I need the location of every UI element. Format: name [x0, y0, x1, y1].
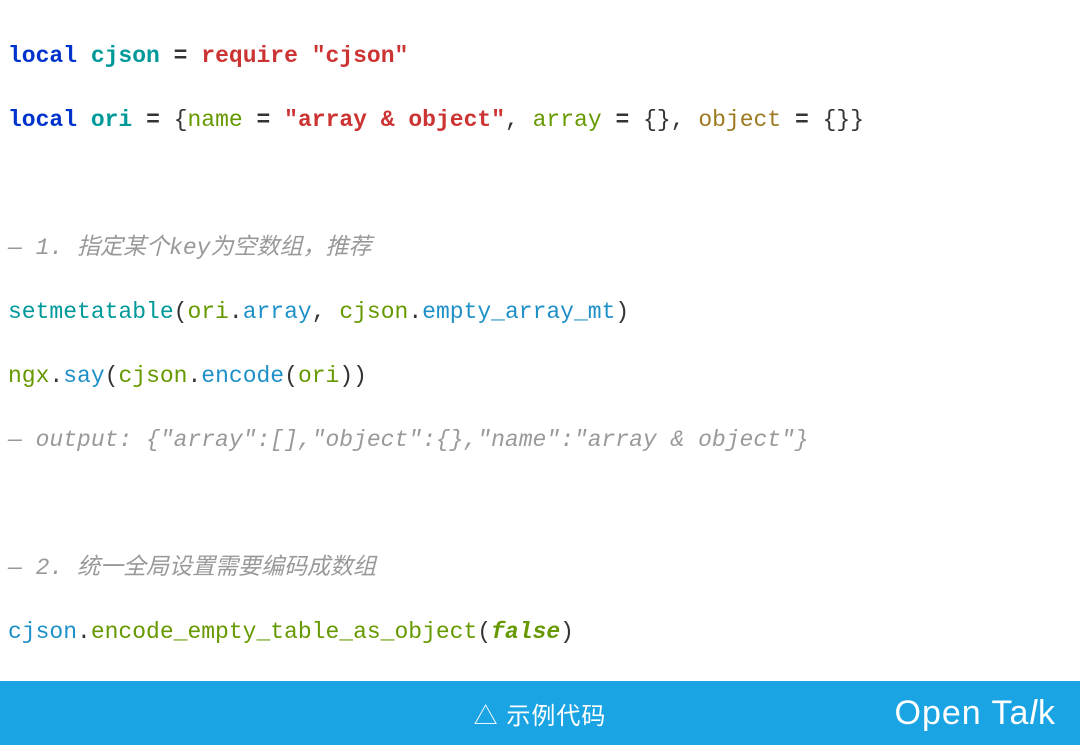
- code-line: local ori = {name = "array & object", ar…: [8, 104, 1072, 136]
- code-comment: — output: {"array":[],"object":{},"name"…: [8, 424, 1072, 456]
- code-comment: — 1. 指定某个key为空数组，推荐: [8, 232, 1072, 264]
- code-comment: — 2. 统一全局设置需要编码成数组: [8, 552, 1072, 584]
- code-line: ngx.say(cjson.encode(ori)): [8, 360, 1072, 392]
- footer-bar: △ 示例代码 Open Talk: [0, 681, 1080, 745]
- code-editor[interactable]: local cjson = require "cjson" local ori …: [0, 0, 1080, 745]
- code-line: local cjson = require "cjson": [8, 40, 1072, 72]
- code-line: setmetatable(ori.array, cjson.empty_arra…: [8, 296, 1072, 328]
- blank-line: [8, 488, 1072, 520]
- code-line: cjson.encode_empty_table_as_object(false…: [8, 616, 1072, 648]
- blank-line: [8, 168, 1072, 200]
- footer-caption: △ 示例代码: [474, 696, 607, 731]
- footer-brand: Open Talk: [895, 694, 1056, 733]
